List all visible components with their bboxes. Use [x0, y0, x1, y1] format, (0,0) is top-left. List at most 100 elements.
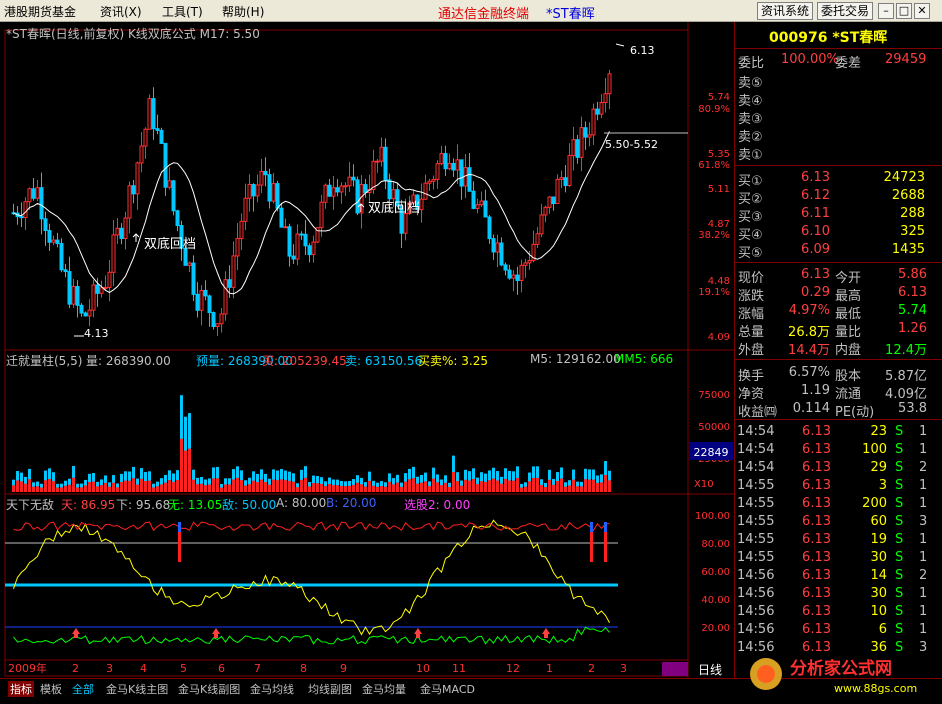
volume-mm5: MM5: 666 — [614, 352, 674, 366]
tab-3[interactable]: 金马K线主图 — [104, 681, 170, 697]
volume-bar — [392, 478, 395, 492]
volume-bar — [104, 475, 107, 492]
volume-bar — [36, 481, 39, 492]
candle — [475, 198, 480, 214]
candle — [35, 179, 40, 202]
info-system-button[interactable]: 资讯系统 — [757, 2, 814, 20]
menu-info[interactable]: 资讯(X) — [100, 3, 142, 20]
tick-row: 14:56 6.13 30 S 1 — [737, 586, 928, 601]
candle — [175, 209, 180, 232]
volume-bar — [184, 416, 187, 492]
volume-bar — [200, 477, 203, 492]
candle — [583, 121, 588, 150]
volume-bar — [344, 481, 347, 492]
candle — [103, 275, 108, 290]
candle — [543, 205, 548, 223]
volume-bar — [92, 473, 95, 492]
candle — [539, 203, 544, 238]
volume-bar — [508, 470, 511, 492]
stat-row-2: 涨幅 4.97% 最低 5.74 — [738, 303, 927, 322]
candle — [591, 103, 596, 146]
tab-5[interactable]: 金马均线 — [248, 681, 296, 697]
xaxis-label: 2 — [72, 662, 79, 675]
candle — [295, 224, 300, 266]
close-icon[interactable]: ✕ — [914, 3, 930, 19]
candle — [379, 137, 384, 167]
menu-hk-futures[interactable]: 港股期货基金 — [4, 3, 76, 20]
candle — [39, 172, 44, 235]
candle — [551, 196, 556, 211]
maximize-icon[interactable]: □ — [896, 3, 912, 19]
candle — [235, 223, 240, 271]
volume-bar — [276, 470, 279, 492]
app-title: 通达信金融终端 — [438, 7, 530, 22]
candle — [515, 266, 520, 295]
xaxis-label: 7 — [254, 662, 261, 675]
sell-row-5: 卖⑤ — [738, 76, 763, 91]
tab-6[interactable]: 均线副图 — [306, 681, 354, 697]
volume-bar — [528, 472, 531, 492]
sell-row-3: 卖③ — [738, 112, 763, 127]
volume-bar — [132, 466, 135, 492]
tick-row: 14:55 6.13 200 S 1 — [737, 496, 928, 511]
candle — [307, 243, 312, 263]
candle — [291, 244, 296, 264]
indicator-red-line — [13, 521, 610, 532]
stock-code-title: 000976 *ST春晖 — [769, 30, 888, 46]
candle — [279, 203, 284, 228]
volume-bar — [376, 482, 379, 492]
candle — [435, 160, 440, 189]
tab-4[interactable]: 金马K线副图 — [176, 681, 242, 697]
volume-bar — [604, 461, 607, 492]
tab-8[interactable]: 金马MACD — [418, 681, 477, 697]
volume-bar — [512, 471, 515, 492]
candle — [219, 307, 224, 333]
indicator-axis-label: 40.00 — [701, 595, 730, 606]
candle — [211, 311, 216, 330]
volume-bar — [540, 479, 543, 492]
candle — [431, 175, 436, 190]
volume-bar — [516, 466, 519, 492]
volume-bar — [556, 472, 559, 492]
tab-7[interactable]: 金马均量 — [360, 681, 408, 697]
tick-row: 14:56 6.13 14 S 2 — [737, 568, 928, 583]
chart-area[interactable]: 5.74 80.9% 5.35 61.8% 5.11 4.87 38.2% 4.48 19.1%… — [0, 22, 734, 678]
candle — [427, 178, 432, 191]
tab-0[interactable]: 指标 — [8, 681, 34, 697]
volume-bar — [420, 474, 423, 492]
candle — [455, 144, 460, 185]
menu-tools[interactable]: 工具(T) — [162, 3, 203, 20]
price-label: 19.1% — [698, 287, 730, 298]
candle — [215, 323, 220, 337]
candle — [111, 220, 116, 287]
xaxis-label: 4 — [140, 662, 147, 675]
menu-help[interactable]: 帮助(H) — [222, 3, 264, 20]
volume-bar — [432, 467, 435, 492]
minimize-icon[interactable]: – — [878, 3, 894, 19]
candle — [555, 174, 560, 205]
sell-signal-top — [590, 522, 593, 532]
volume-bar — [496, 471, 499, 492]
tab-2[interactable]: 全部 — [70, 681, 96, 697]
volume-bar — [240, 470, 243, 492]
candle — [451, 158, 456, 177]
volume-bar — [504, 468, 507, 492]
candle — [567, 143, 572, 187]
chart-canvas[interactable]: 5.7480.9% 5.3561.8% 5.11 4.8738.2% 4.4819.1%… — [0, 22, 734, 678]
volume-bar — [364, 482, 367, 492]
buy-row-2: 买② 6.12 2688 — [738, 188, 925, 207]
tab-1[interactable]: 模板 — [38, 681, 64, 697]
volume-bar — [136, 478, 139, 492]
sell-row-2: 卖② — [738, 130, 763, 145]
candle — [151, 87, 156, 140]
candle — [303, 219, 308, 255]
trade-button[interactable]: 委托交易 — [817, 2, 874, 20]
volume-bar — [28, 468, 31, 492]
candle — [335, 179, 340, 197]
candle — [171, 179, 176, 216]
candle — [255, 174, 260, 203]
candle — [91, 279, 96, 318]
volume-bar — [568, 480, 571, 492]
candle — [471, 181, 476, 210]
candle — [575, 134, 580, 164]
